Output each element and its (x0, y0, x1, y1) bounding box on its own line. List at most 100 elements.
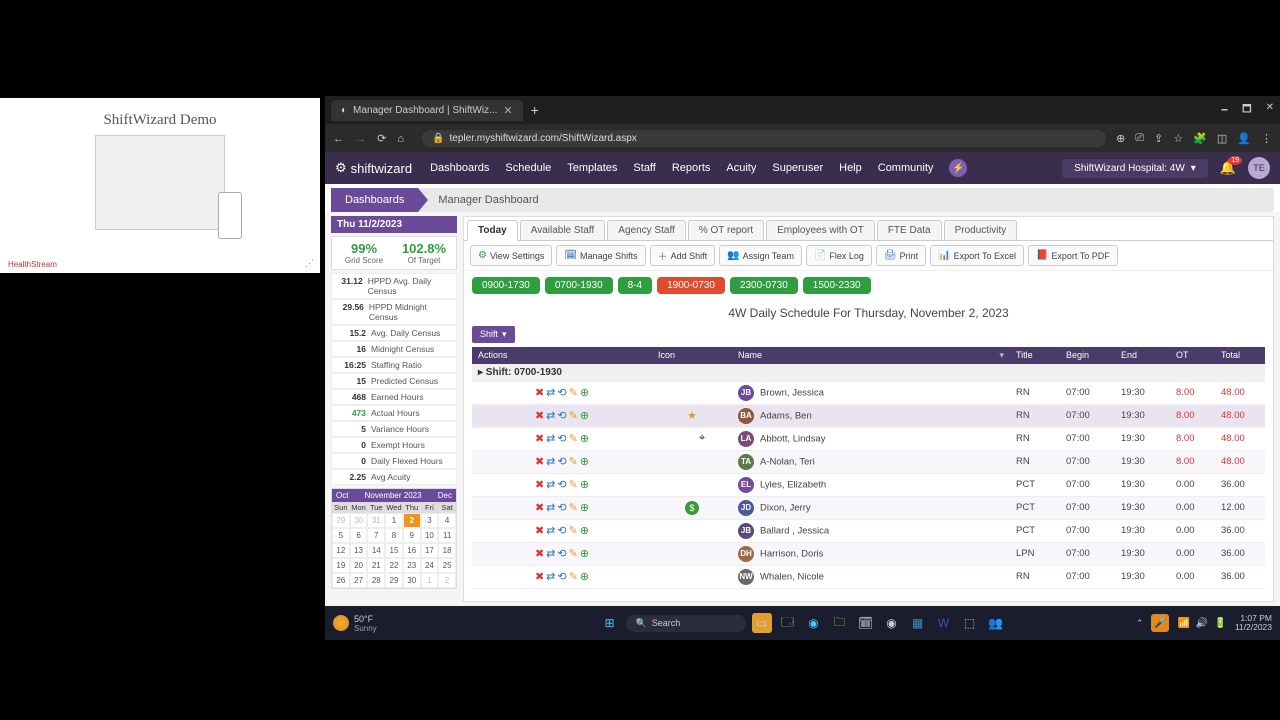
delete-icon[interactable]: ✖ (535, 501, 544, 514)
cycle-icon[interactable]: ⟲ (557, 478, 566, 491)
delete-icon[interactable]: ✖ (535, 432, 544, 445)
tab-available-staff[interactable]: Available Staff (520, 220, 606, 240)
nav-reload-icon[interactable]: ⟳ (377, 133, 386, 145)
tab-today[interactable]: Today (467, 220, 518, 241)
cal-day[interactable]: 22 (385, 558, 403, 573)
cal-day[interactable]: 3 (421, 513, 439, 528)
share-icon[interactable]: ⇪ (1154, 132, 1163, 145)
tray-battery-icon[interactable]: 🔋 (1214, 618, 1226, 629)
start-button[interactable]: ⊞ (600, 613, 620, 633)
cal-day[interactable]: 26 (332, 573, 350, 588)
cal-day[interactable]: 12 (332, 543, 350, 558)
taskbar-app-icon[interactable]: ▦ (908, 613, 928, 633)
tab-employees-with-ot[interactable]: Employees with OT (766, 220, 875, 240)
taskbar-app-icon[interactable]: 🗔 (778, 613, 798, 633)
nav-forward-icon[interactable]: → (355, 133, 366, 145)
add-icon[interactable]: ⊕ (580, 547, 589, 560)
cal-day[interactable]: 27 (350, 573, 368, 588)
cal-day[interactable]: 2 (403, 513, 421, 528)
nav-reports[interactable]: Reports (672, 162, 711, 174)
translate-icon[interactable]: ⎚ (1135, 132, 1144, 145)
cal-day[interactable]: 9 (403, 528, 421, 543)
swap-icon[interactable]: ⇄ (546, 570, 555, 583)
edit-icon[interactable]: ✎ (569, 409, 578, 422)
user-avatar[interactable]: TE (1248, 157, 1270, 179)
nav-back-icon[interactable]: ← (333, 133, 344, 145)
shift-group-header[interactable]: ▸ Shift: 0700-1930 (472, 364, 1265, 382)
tray-mic-icon[interactable]: 🎤 (1151, 614, 1169, 632)
cal-day[interactable]: 23 (403, 558, 421, 573)
delete-icon[interactable]: ✖ (535, 409, 544, 422)
cal-day[interactable]: 15 (385, 543, 403, 558)
cal-day[interactable]: 7 (367, 528, 385, 543)
nav-staff[interactable]: Staff (633, 162, 655, 174)
app-logo[interactable]: shiftwizard (335, 160, 412, 176)
cal-next-month[interactable]: Dec (438, 491, 452, 500)
nav-help[interactable]: Help (839, 162, 862, 174)
nav-dashboards[interactable]: Dashboards (430, 162, 489, 174)
nav-community[interactable]: Community (878, 162, 934, 174)
shift-chip[interactable]: 0900-1730 (472, 277, 540, 294)
nav-templates[interactable]: Templates (567, 162, 617, 174)
window-close-icon[interactable]: ✕ (1266, 102, 1274, 119)
cycle-icon[interactable]: ⟲ (557, 570, 566, 583)
shift-dropdown[interactable]: Shift ▾ (472, 326, 515, 343)
col-icon[interactable]: Icon (652, 347, 732, 364)
extensions-icon[interactable]: 🧩 (1193, 132, 1207, 145)
cal-day[interactable]: 14 (367, 543, 385, 558)
cal-day[interactable]: 5 (332, 528, 350, 543)
delete-icon[interactable]: ✖ (535, 547, 544, 560)
sidepanel-icon[interactable]: ◫ (1217, 132, 1227, 145)
cal-day[interactable]: 2 (438, 573, 456, 588)
flex-log-button[interactable]: 📄Flex Log (806, 245, 872, 266)
cycle-icon[interactable]: ⟲ (557, 501, 566, 514)
col-total[interactable]: Total (1215, 347, 1265, 364)
shift-chip[interactable]: 1900-0730 (657, 277, 725, 294)
cal-day[interactable]: 11 (438, 528, 456, 543)
add-icon[interactable]: ⊕ (580, 432, 589, 445)
cal-day[interactable]: 4 (438, 513, 456, 528)
col-end[interactable]: End (1115, 347, 1170, 364)
swap-icon[interactable]: ⇄ (546, 432, 555, 445)
tab-close-icon[interactable]: ✕ (503, 104, 512, 117)
cycle-icon[interactable]: ⟲ (557, 455, 566, 468)
taskbar-chrome-icon[interactable]: ◉ (882, 613, 902, 633)
edit-icon[interactable]: ✎ (569, 570, 578, 583)
taskbar-app-icon[interactable]: ▭ (752, 613, 772, 633)
cal-day[interactable]: 1 (421, 573, 439, 588)
add-icon[interactable]: ⊕ (580, 501, 589, 514)
taskbar-weather[interactable]: 50°F Sunny (333, 614, 377, 633)
delete-icon[interactable]: ✖ (535, 386, 544, 399)
cal-day[interactable]: 6 (350, 528, 368, 543)
manage-shifts-button[interactable]: 🗓Manage Shifts (556, 245, 645, 266)
cal-day[interactable]: 21 (367, 558, 385, 573)
cal-prev-month[interactable]: Oct (336, 491, 348, 500)
url-input[interactable]: 🔒 tepler.myshiftwizard.com/ShiftWizard.a… (422, 130, 1106, 147)
tab-agency-staff[interactable]: Agency Staff (607, 220, 686, 240)
cal-day[interactable]: 29 (385, 573, 403, 588)
nav-home-icon[interactable]: ⌂ (397, 133, 404, 145)
delete-icon[interactable]: ✖ (535, 455, 544, 468)
cal-day[interactable]: 24 (421, 558, 439, 573)
cal-day[interactable]: 20 (350, 558, 368, 573)
cal-day[interactable]: 31 (367, 513, 385, 528)
taskbar-search[interactable]: 🔍 Search (626, 615, 746, 632)
window-maximize-icon[interactable]: 🗖 (1242, 102, 1252, 119)
shift-chip[interactable]: 2300-0730 (730, 277, 798, 294)
swap-icon[interactable]: ⇄ (546, 386, 555, 399)
taskbar-teams-icon[interactable]: 👥 (986, 613, 1006, 633)
tray-wifi-icon[interactable]: 📶 (1177, 618, 1189, 629)
col-actions[interactable]: Actions (472, 347, 652, 364)
swap-icon[interactable]: ⇄ (546, 478, 555, 491)
edit-icon[interactable]: ✎ (569, 547, 578, 560)
delete-icon[interactable]: ✖ (535, 478, 544, 491)
bookmark-icon[interactable]: ☆ (1173, 132, 1183, 145)
menu-icon[interactable]: ⋮ (1261, 132, 1272, 145)
nav-superuser[interactable]: Superuser (772, 162, 823, 174)
demo-resize-handle[interactable]: ⋰ (305, 258, 314, 269)
col-name[interactable]: Name ▾ (732, 347, 1010, 364)
add-icon[interactable]: ⊕ (580, 455, 589, 468)
taskbar-app-icon[interactable]: ◉ (804, 613, 824, 633)
export-to-excel-button[interactable]: 📊Export To Excel (930, 245, 1024, 266)
taskbar-clock[interactable]: 1:07 PM 11/2/2023 (1235, 614, 1272, 633)
